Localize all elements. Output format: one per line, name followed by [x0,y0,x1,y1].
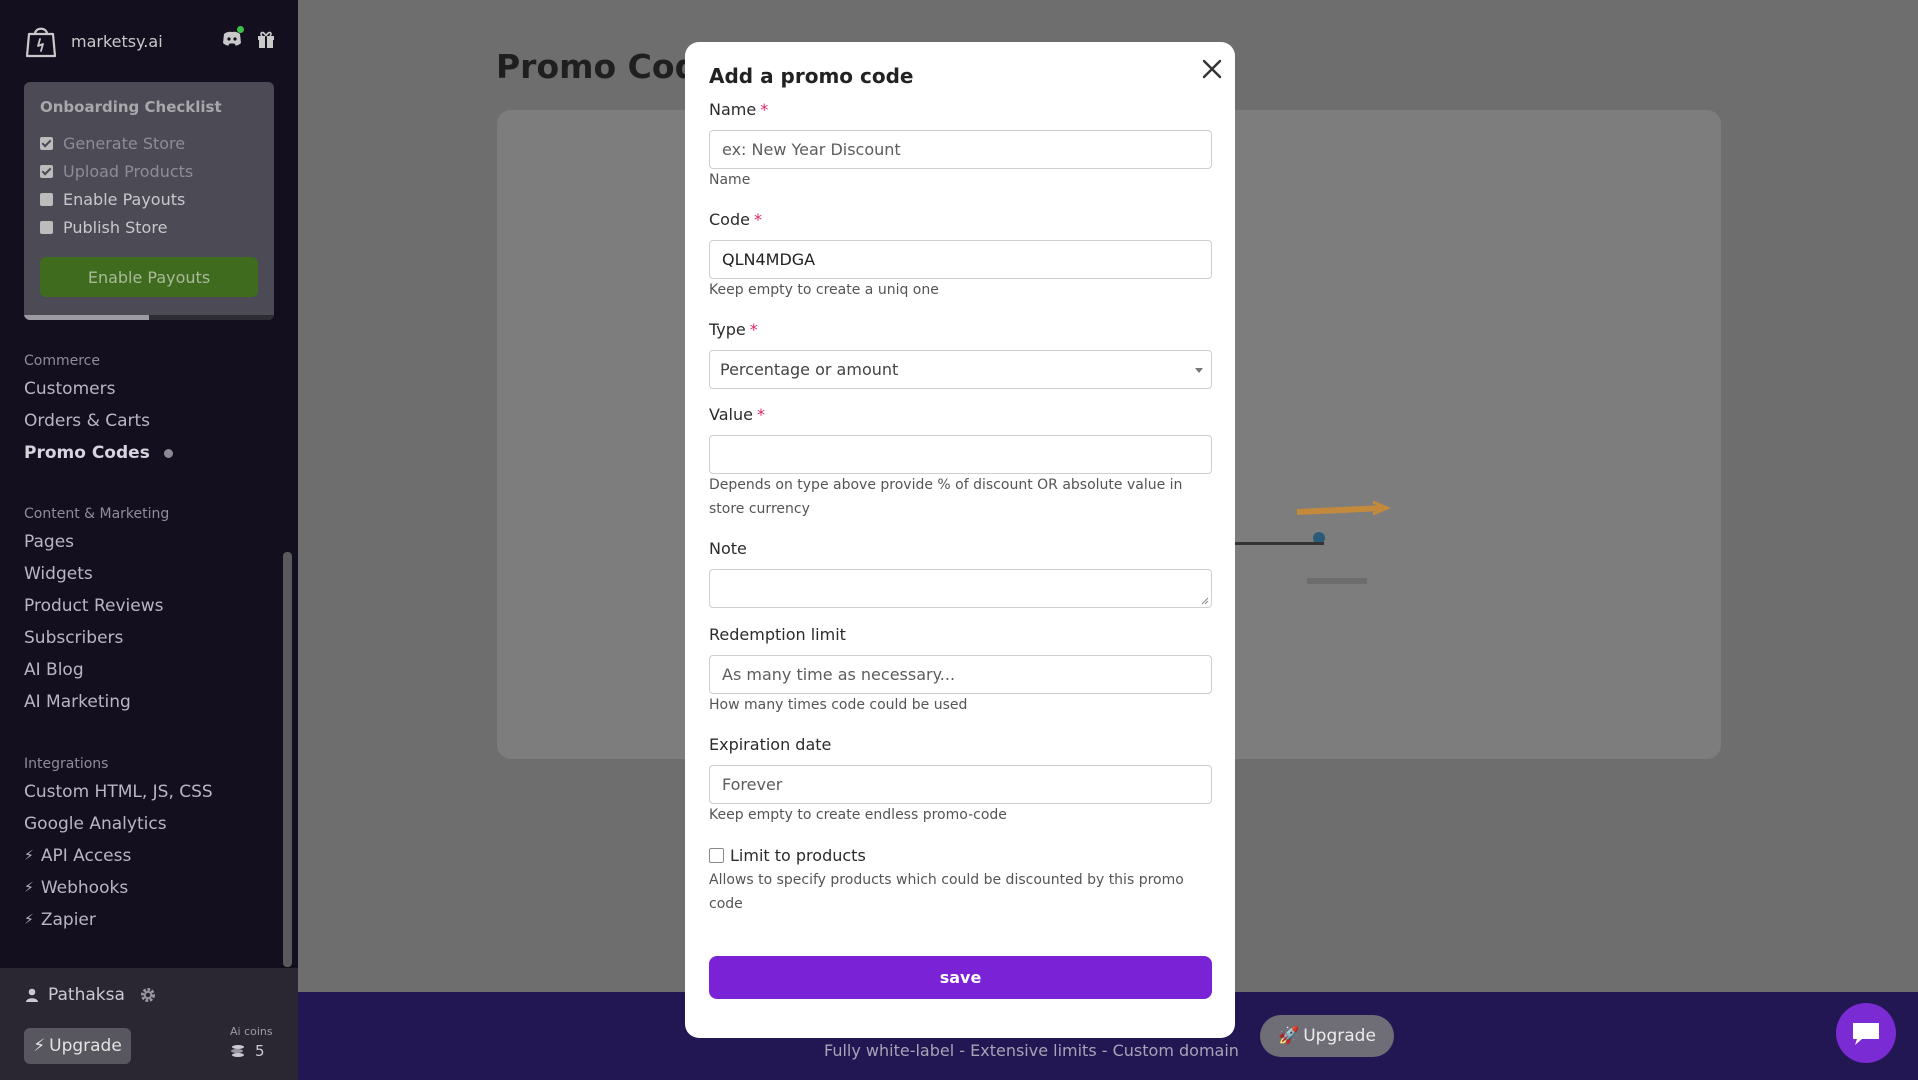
code-help: Keep empty to create a uniq one [709,282,939,298]
bolt-icon: ⚡ [33,1036,46,1056]
resize-handle-icon[interactable] [1201,597,1209,605]
enable-payouts-button[interactable]: Enable Payouts [40,257,258,297]
section-content-marketing: Content & Marketing [24,506,170,522]
bolt-icon: ⚡ [24,848,34,864]
checklist-item-label: Generate Store [63,134,186,153]
checklist-progress-bar [24,315,274,320]
add-promo-code-modal: Add a promo code Name * ex: New Year Disc… [685,42,1235,1038]
save-button[interactable]: save [709,956,1212,999]
value-help: Depends on type above provide % of disco… [709,477,1183,517]
gift-icon[interactable] [255,28,277,50]
sidebar-item-ai-blog[interactable]: AI Blog [24,660,84,680]
online-status-dot [237,26,244,33]
banner-upgrade-button[interactable]: 🚀 Upgrade [1260,1015,1394,1057]
section-commerce: Commerce [24,353,100,369]
expiration-date-help: Keep empty to create endless promo-code [709,807,1007,823]
illustration-floor-line [1232,542,1324,545]
limit-to-products[interactable]: Limit to products [709,846,866,865]
checkbox-unchecked-icon [40,221,53,234]
checklist-title: Onboarding Checklist [40,98,222,116]
type-select[interactable]: Percentage or amount [709,350,1212,389]
name-help: Name [709,172,751,188]
checklist-item-label: Publish Store [63,218,168,237]
note-label: Note [709,539,747,558]
expiration-date-label: Expiration date [709,735,832,754]
expiration-date-input[interactable]: Forever [709,765,1212,804]
sidebar-scrollbar[interactable] [283,552,292,967]
sidebar-item-ai-marketing[interactable]: AI Marketing [24,692,131,712]
required-mark: * [753,210,762,229]
redemption-limit-help: How many times code could be used [709,697,968,713]
user-icon [26,988,38,1002]
sidebar-item-subscribers[interactable]: Subscribers [24,628,123,648]
sidebar-item-api-access[interactable]: ⚡ API Access [24,846,131,866]
banner-text: Fully white-label - Extensive limits - C… [824,1041,1239,1060]
close-icon[interactable] [1199,56,1225,82]
redemption-limit-input[interactable]: As many time as necessary... [709,655,1212,694]
bolt-icon: ⚡ [24,912,34,928]
sidebar-item-widgets[interactable]: Widgets [24,564,93,584]
gear-icon[interactable] [139,986,157,1004]
checklist-item-generate-store[interactable]: Generate Store [40,134,185,153]
upgrade-button[interactable]: ⚡ Upgrade [24,1028,131,1064]
sidebar-item-zapier[interactable]: ⚡ Zapier [24,910,96,930]
bolt-icon: ⚡ [24,880,34,896]
type-label: Type * [709,320,758,339]
checklist-item-enable-payouts[interactable]: Enable Payouts [40,190,185,209]
required-mark: * [760,100,769,119]
user-name: Pathaksa [48,985,125,1005]
note-textarea[interactable] [709,569,1212,608]
required-mark: * [749,320,758,339]
checklist-progress-fill [24,315,149,320]
store-bag-logo-icon [25,27,57,58]
checklist-item-publish-store[interactable]: Publish Store [40,218,167,237]
brand[interactable]: marketsy.ai [22,22,163,60]
ai-coins-value: 5 [230,1042,265,1060]
rocket-icon: 🚀 [1278,1026,1300,1046]
checkbox-checked-icon [40,165,53,178]
sidebar-item-customers[interactable]: Customers [24,379,115,399]
sidebar-item-webhooks[interactable]: ⚡ Webhooks [24,878,128,898]
name-input[interactable]: ex: New Year Discount [709,130,1212,169]
sidebar-item-promo-codes[interactable]: Promo Codes [24,443,173,463]
ai-coins-label: Ai coins [230,1025,273,1038]
value-label: Value * [709,405,765,424]
user-profile[interactable]: Pathaksa [24,985,157,1005]
sidebar: marketsy.ai Onboarding Checklist Generat… [0,0,298,1080]
value-input[interactable] [709,435,1212,474]
checklist-item-upload-products[interactable]: Upload Products [40,162,193,181]
limit-to-products-help: Allows to specify products which could b… [709,872,1184,912]
checklist-item-label: Upload Products [63,162,194,181]
code-label: Code * [709,210,762,229]
required-mark: * [756,405,765,424]
checklist-item-label: Enable Payouts [63,190,186,209]
chat-button[interactable] [1836,1003,1896,1063]
checkbox-checked-icon [40,137,53,150]
sidebar-item-google-analytics[interactable]: Google Analytics [24,814,167,834]
sidebar-item-product-reviews[interactable]: Product Reviews [24,596,163,616]
modal-title: Add a promo code [709,64,914,88]
section-integrations: Integrations [24,756,109,772]
chat-bubble-icon [1853,1023,1879,1045]
dropdown-arrow-icon [1195,368,1203,373]
coins-icon [231,1045,244,1057]
active-indicator-dot [163,448,173,458]
code-input[interactable]: QLN4MDGA [709,240,1212,279]
checkbox-unchecked-icon [40,193,53,206]
name-label: Name * [709,100,769,119]
redemption-limit-label: Redemption limit [709,625,846,644]
limit-to-products-checkbox[interactable] [709,848,724,863]
brand-name: marketsy.ai [71,31,163,51]
sidebar-item-pages[interactable]: Pages [24,532,74,552]
sidebar-item-custom-html[interactable]: Custom HTML, JS, CSS [24,782,213,802]
onboarding-checklist: Onboarding Checklist Generate Store Uplo… [24,82,274,320]
sidebar-item-orders-carts[interactable]: Orders & Carts [24,411,150,431]
